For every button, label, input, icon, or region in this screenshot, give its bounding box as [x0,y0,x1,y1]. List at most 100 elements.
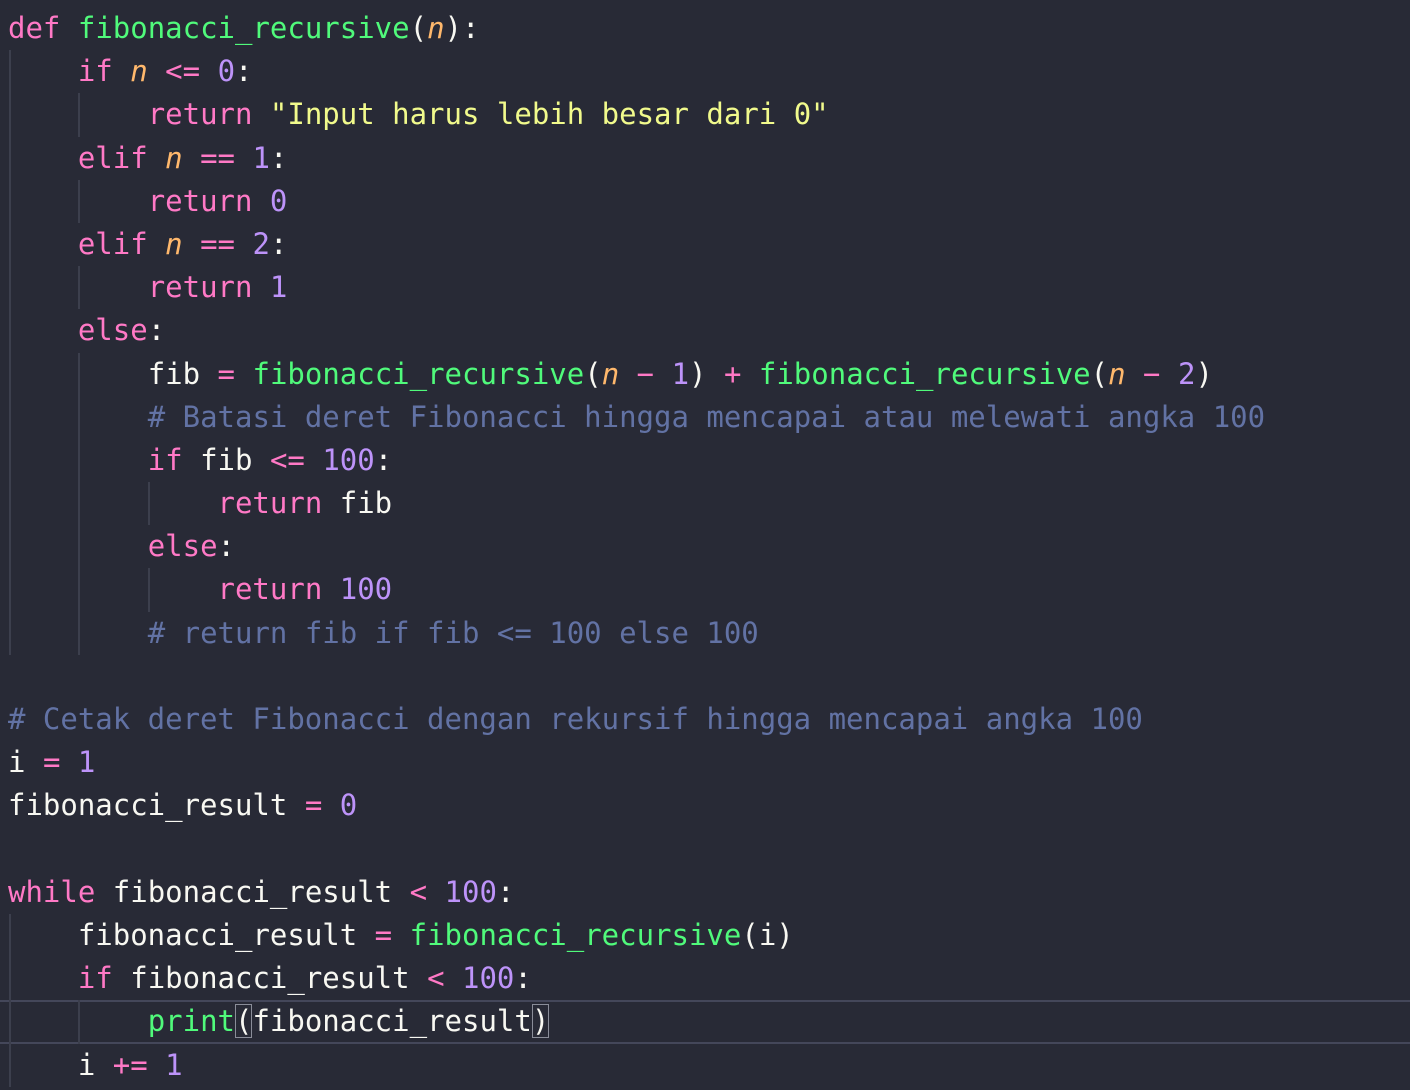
operator-eq: == [200,226,236,261]
parameter-n: n [130,54,148,89]
code-line[interactable]: return fib [0,482,1410,526]
variable-fibonacci-result: fibonacci_result [130,961,410,996]
indent-guide [78,568,80,612]
function-call: fibonacci_recursive [758,356,1091,391]
matching-bracket: ( [235,1004,253,1039]
number: 100 [339,572,393,607]
keyword-return: return [147,183,253,218]
number: 100 [322,442,375,477]
code-line[interactable]: if n <= 0: [0,50,1410,94]
keyword-while: while [8,874,96,909]
indent-guide [9,1043,11,1087]
operator-lt: < [427,961,445,996]
code-line[interactable]: elif n == 1: [0,136,1410,180]
number: 100 [444,874,497,909]
indent-guide [78,482,80,526]
parameter-n: n [165,140,183,175]
operator-lt: < [409,874,428,909]
code-line[interactable]: if fibonacci_result < 100: [0,957,1410,1001]
variable-fibonacci-result: fibonacci_result [112,874,393,909]
code-line[interactable]: fibonacci_result = fibonacci_recursive(i… [0,913,1410,958]
code-line[interactable]: i += 1 [0,1043,1410,1087]
indent-guide [78,395,80,439]
operator-plus: + [723,356,742,391]
indent-guide [9,93,11,137]
indent-guide [9,611,11,655]
indent-guide [9,482,11,526]
code-line[interactable]: # Cetak deret Fibonacci dengan rekursif … [0,698,1410,741]
comment: # Cetak deret Fibonacci dengan rekursif … [8,702,1143,736]
indent-guide [9,568,11,612]
code-line[interactable]: while fibonacci_result < 100: [0,871,1410,914]
operator-iadd: += [112,1047,148,1082]
code-line[interactable]: else: [0,525,1410,569]
variable-i: i [8,745,26,780]
indent-guide [78,1000,80,1044]
code-line[interactable]: if fib <= 100: [0,438,1410,483]
keyword-return: return [147,97,253,132]
code-line[interactable]: return 100 [0,568,1410,612]
indent-guide [9,266,11,310]
code-line[interactable]: # Batasi deret Fibonacci hingga mencapai… [0,395,1410,439]
code-line[interactable]: elif n == 2: [0,222,1410,267]
code-line[interactable]: i = 1 [0,741,1410,784]
keyword-else: else [147,529,218,564]
indent-guide [9,50,11,94]
code-line[interactable]: def fibonacci_recursive(n): [0,7,1410,50]
indent-guide [78,93,80,137]
indent-guide [9,438,11,483]
indent-guide [9,309,11,353]
parameter-n: n [427,11,445,45]
number: 0 [339,788,358,823]
keyword-if: if [147,442,183,477]
indent-guide [9,352,11,396]
keyword-if: if [77,961,113,996]
code-line[interactable]: else: [0,309,1410,353]
keyword-return: return [217,572,323,607]
code-line[interactable]: fibonacci_result = 0 [0,784,1410,827]
function-call: fibonacci_recursive [409,917,742,952]
code-line[interactable]: return 1 [0,266,1410,310]
operator-assign: = [217,356,236,391]
keyword-return: return [217,486,323,521]
indent-guide [9,222,11,267]
code-line[interactable] [0,828,1410,871]
parameter-n: n [165,226,183,261]
parameter-n: n [1108,356,1126,391]
number: 0 [269,183,288,218]
number: 0 [217,54,236,89]
variable-fibonacci-result: fibonacci_result [252,1004,532,1039]
code-line[interactable]: # return fib if fib <= 100 else 100 [0,611,1410,655]
keyword-def: def [8,11,61,45]
indent-guide [9,957,11,1001]
number: 1 [77,745,96,780]
keyword-else: else [77,313,148,348]
indent-guide [148,482,150,526]
indent-guide [9,136,11,180]
code-line[interactable]: fib = fibonacci_recursive(n − 1) + fibon… [0,352,1410,396]
indent-guide [148,568,150,612]
operator-le: <= [165,54,201,89]
operator-minus: − [636,356,655,391]
indent-guide [9,395,11,439]
operator-assign: = [304,788,323,823]
function-name: fibonacci_recursive [77,11,410,45]
indent-guide [78,352,80,396]
indent-guide [78,266,80,310]
indent-guide [78,438,80,483]
variable-i: i [758,917,777,952]
indent-guide [9,1000,11,1044]
operator-le: <= [269,442,305,477]
indent-guide [9,913,11,958]
variable-fibonacci-result: fibonacci_result [77,917,358,952]
variable-fibonacci-result: fibonacci_result [8,788,288,823]
number: 100 [462,961,515,996]
current-code-line[interactable]: print(fibonacci_result) [0,1000,1410,1044]
code-line[interactable]: return "Input harus lebih besar dari 0" [0,93,1410,137]
code-line[interactable] [0,655,1410,698]
comment: # return fib if fib <= 100 else 100 [147,615,759,650]
code-editor[interactable]: def fibonacci_recursive(n): if n <= 0: r… [0,7,1410,1087]
variable-i: i [77,1047,96,1082]
code-line[interactable]: return 0 [0,179,1410,223]
comment: # Batasi deret Fibonacci hingga mencapai… [147,399,1266,434]
